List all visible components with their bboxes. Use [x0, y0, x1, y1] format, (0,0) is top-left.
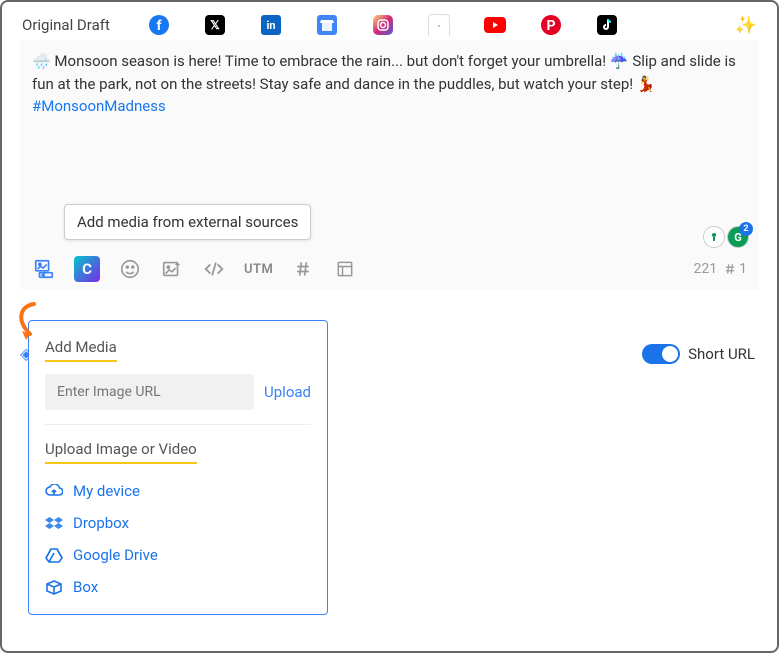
facebook-icon[interactable]: f [148, 14, 170, 36]
template-button[interactable] [333, 257, 357, 281]
dropbox-icon [45, 516, 63, 530]
cloud-emoji: 🌧️ [32, 52, 51, 70]
linkedin-icon[interactable]: in [260, 14, 282, 36]
media-tooltip: Add media from external sources [64, 204, 311, 240]
upload-section-title: Upload Image or Video [45, 440, 197, 464]
hashtag-count: 1 [723, 261, 747, 277]
svg-text:P: P [546, 18, 555, 34]
post-text-area[interactable]: 🌧️ Monsoon season is here! Time to embra… [32, 50, 747, 118]
dancer-emoji: 💃 [637, 75, 656, 93]
source-box-label: Box [73, 578, 98, 596]
cloud-upload-icon [45, 484, 63, 498]
source-my-device[interactable]: My device [45, 482, 311, 500]
source-box[interactable]: Box [45, 578, 311, 596]
annotation-arrow [12, 302, 42, 342]
post-hashtag[interactable]: #MonsoonMadness [32, 97, 166, 115]
char-count-value: 221 [694, 261, 718, 277]
google-business-icon[interactable] [316, 14, 338, 36]
short-url-label: Short URL [688, 345, 755, 363]
suggestion-badge[interactable] [703, 226, 725, 248]
image-url-input[interactable] [45, 374, 254, 410]
google-drive-icon [45, 547, 63, 563]
upload-sources-list: My device Dropbox Google Drive Box [45, 482, 311, 596]
image-url-row: Upload [45, 374, 311, 410]
youtube-icon[interactable] [484, 14, 506, 36]
svg-text:𝕏: 𝕏 [210, 18, 220, 32]
composer-toolbar: C UTM 221 1 [32, 248, 747, 282]
x-twitter-icon[interactable]: 𝕏 [204, 14, 226, 36]
svg-text:in: in [266, 19, 275, 32]
source-google-drive[interactable]: Google Drive [45, 546, 311, 564]
source-gdrive-label: Google Drive [73, 546, 158, 564]
character-counter: 221 1 [694, 261, 747, 277]
add-media-popup: Add Media Upload Upload Image or Video M… [28, 320, 328, 615]
utm-button[interactable]: UTM [244, 257, 273, 281]
add-media-button[interactable] [32, 257, 56, 281]
post-text-1: Monsoon season is here! Time to embrace … [54, 52, 606, 70]
threads-icon[interactable]: @ [428, 14, 450, 36]
pinterest-icon[interactable]: P [540, 14, 562, 36]
code-button[interactable] [202, 257, 226, 281]
source-device-label: My device [73, 482, 140, 500]
svg-text:@: @ [438, 24, 440, 27]
umbrella-emoji: ☔ [610, 52, 629, 70]
composer-header: Original Draft f 𝕏 in @ P ✨ [2, 2, 777, 36]
source-dropbox[interactable]: Dropbox [45, 514, 311, 532]
short-url-row: Short URL [642, 344, 755, 364]
popup-divider [45, 424, 311, 425]
instagram-icon[interactable] [372, 14, 394, 36]
hashtag-button[interactable] [291, 257, 315, 281]
suggestion-badges: G [703, 226, 749, 248]
source-dropbox-label: Dropbox [73, 514, 129, 532]
post-composer: 🌧️ Monsoon season is here! Time to embra… [20, 40, 759, 290]
box-icon [45, 579, 63, 595]
canva-button[interactable]: C [74, 256, 100, 282]
upload-url-button[interactable]: Upload [264, 383, 311, 401]
emoji-button[interactable] [118, 257, 142, 281]
grammarly-badge[interactable]: G [727, 226, 749, 248]
ai-sparkle-icon[interactable]: ✨ [735, 15, 757, 36]
draft-title: Original Draft [22, 16, 110, 34]
short-url-toggle[interactable] [642, 344, 680, 364]
popup-title: Add Media [45, 338, 117, 362]
ai-image-button[interactable] [160, 257, 184, 281]
tiktok-icon[interactable] [596, 14, 618, 36]
